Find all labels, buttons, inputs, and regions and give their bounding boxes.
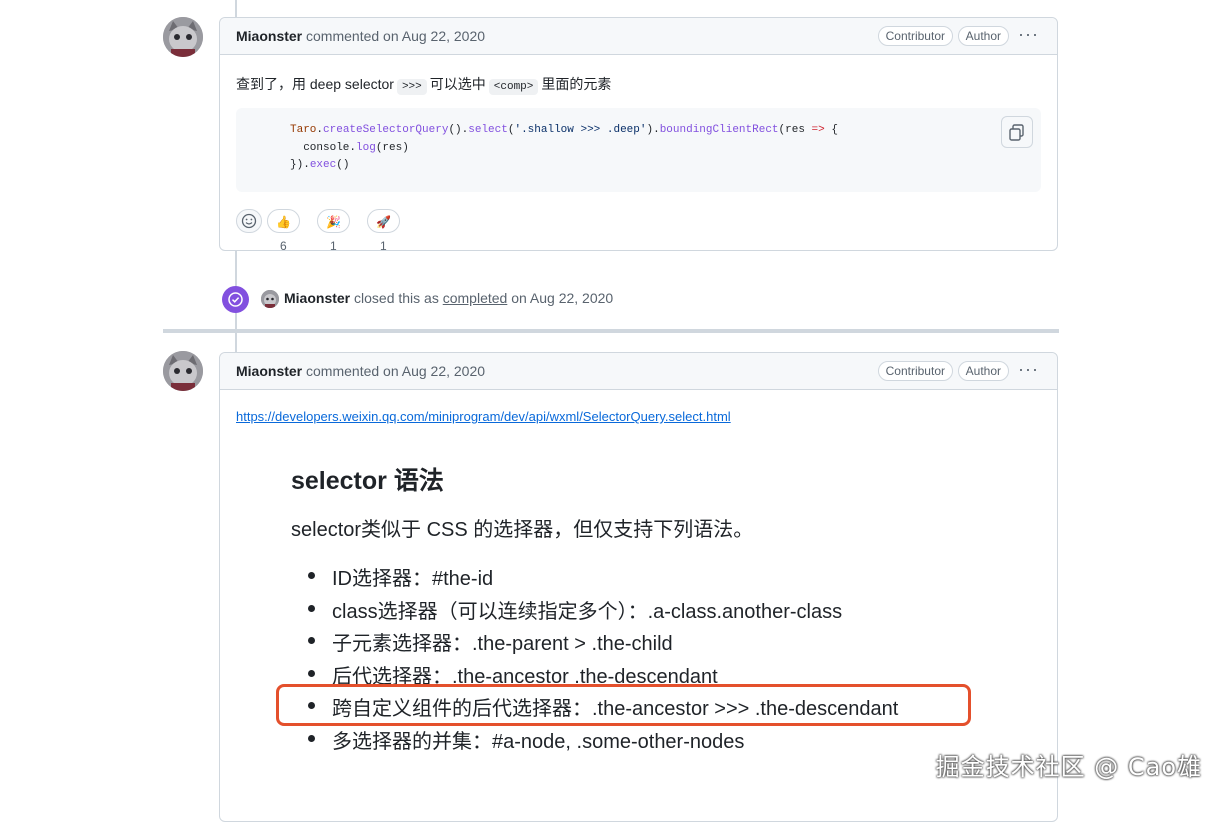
- user-avatar[interactable]: [163, 351, 203, 391]
- user-avatar-small[interactable]: [261, 290, 279, 308]
- list-item: 多选择器的并集：#a-node, .some-other-nodes: [291, 725, 898, 758]
- comment-timestamp[interactable]: commented on Aug 22, 2020: [306, 28, 485, 44]
- comment-header: Miaonster commented on Aug 22, 2020 Cont…: [220, 18, 1057, 55]
- kebab-horizontal-icon[interactable]: ···: [1018, 359, 1039, 380]
- copy-icon: [1009, 124, 1024, 141]
- reaction-count: 1: [330, 239, 337, 253]
- author-badge: Author: [957, 361, 1009, 381]
- reaction-hooray-button[interactable]: 🎉 1: [317, 209, 350, 253]
- event-timestamp[interactable]: on Aug 22, 2020: [511, 290, 613, 306]
- selector-syntax-list: ID选择器：#the-id class选择器（可以连续指定多个）：.a-clas…: [291, 562, 898, 757]
- timeline-separator: [163, 329, 1059, 333]
- reaction-count: 1: [380, 239, 387, 253]
- embedded-doc-intro: selector类似于 CSS 的选择器，但仅支持下列语法。: [291, 519, 754, 541]
- highlight-annotation-box: [276, 684, 971, 726]
- reaction-count: 6: [280, 239, 287, 253]
- thumbsup-emoji: 👍: [276, 215, 291, 229]
- code-block: Taro.createSelectorQuery().select('.shal…: [236, 108, 1041, 192]
- inline-code: >>>: [396, 79, 427, 95]
- add-reaction-button[interactable]: [236, 209, 262, 233]
- copy-button[interactable]: [1001, 116, 1033, 148]
- event-text: closed this as: [354, 290, 439, 306]
- kebab-horizontal-icon[interactable]: ···: [1018, 24, 1039, 45]
- comment-author[interactable]: Miaonster: [236, 363, 302, 379]
- comment-card-2: Miaonster commented on Aug 22, 2020 Cont…: [219, 352, 1058, 822]
- contributor-badge: Contributor: [877, 26, 953, 46]
- embedded-doc-title: selector 语法: [291, 467, 444, 495]
- issue-closed-icon: [222, 286, 249, 313]
- contributor-badge: Contributor: [877, 361, 953, 381]
- list-item: ID选择器：#the-id: [291, 562, 898, 595]
- user-avatar[interactable]: [163, 17, 203, 57]
- watermark-text: 掘金技术社区 @ Cao雄: [935, 753, 1202, 781]
- inline-code: <comp>: [488, 79, 539, 95]
- code-line: Taro.createSelectorQuery().select('.shal…: [290, 124, 838, 136]
- code-line: }).exec(): [290, 159, 350, 171]
- comment-header: Miaonster commented on Aug 22, 2020 Cont…: [220, 353, 1057, 390]
- smiley-icon: [241, 213, 257, 229]
- code-line: console.log(res): [290, 142, 409, 154]
- rocket-emoji: 🚀: [376, 215, 391, 229]
- comment-timestamp[interactable]: commented on Aug 22, 2020: [306, 363, 485, 379]
- docs-link[interactable]: https://developers.weixin.qq.com/minipro…: [236, 409, 731, 424]
- completed-link[interactable]: completed: [443, 290, 508, 306]
- reaction-thumbsup-button[interactable]: 👍 6: [267, 209, 300, 253]
- comment-card-1: Miaonster commented on Aug 22, 2020 Cont…: [219, 17, 1058, 253]
- comment-author[interactable]: Miaonster: [236, 28, 302, 44]
- hooray-emoji: 🎉: [326, 215, 341, 229]
- reaction-rocket-button[interactable]: 🚀 1: [367, 209, 400, 253]
- list-item: class选择器（可以连续指定多个）：.a-class.another-clas…: [291, 595, 898, 628]
- comment-body-text: 查到了，用 deep selector >>> 可以选中 <comp> 里面的元素: [236, 76, 612, 95]
- list-item: 子元素选择器：.the-parent > .the-child: [291, 627, 898, 660]
- event-author[interactable]: Miaonster: [284, 290, 350, 306]
- author-badge: Author: [957, 26, 1009, 46]
